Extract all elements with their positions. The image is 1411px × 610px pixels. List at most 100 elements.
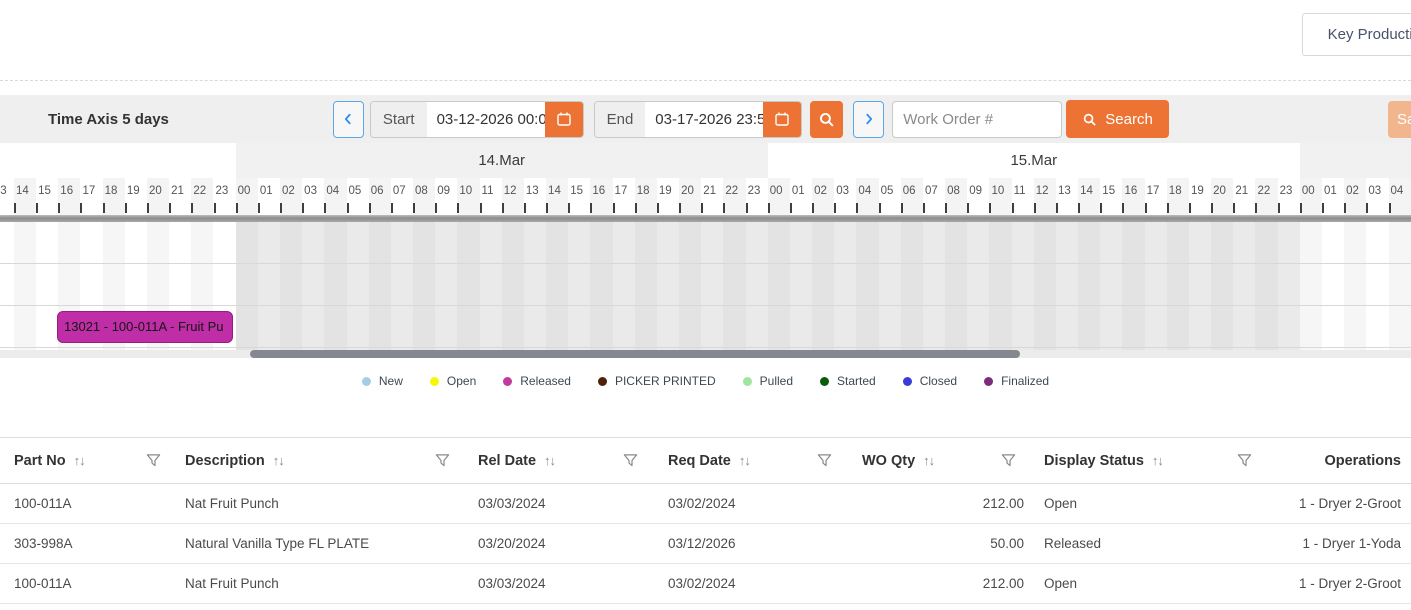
column-header-description[interactable]: Description ↑↓	[171, 438, 460, 483]
filter-icon[interactable]	[623, 453, 638, 468]
hour-label: 19	[127, 185, 140, 197]
filter-icon[interactable]	[1001, 453, 1016, 468]
hour-label: 14	[548, 185, 561, 197]
prev-period-button[interactable]	[333, 101, 364, 138]
hour-label: 18	[637, 185, 650, 197]
hour-label: 06	[903, 185, 916, 197]
filter-icon[interactable]	[146, 453, 161, 468]
table-cell: 03/12/2026	[648, 524, 842, 563]
hour-label: 20	[681, 185, 694, 197]
filter-icon[interactable]	[435, 453, 450, 468]
grid-column	[901, 222, 923, 350]
legend-item: Finalized	[984, 374, 1049, 388]
work-order-bar[interactable]: 13021 - 100-011A - Fruit Pu	[57, 311, 233, 343]
sort-icon[interactable]: ↑↓	[739, 453, 750, 468]
table-cell: 03/03/2024	[460, 484, 648, 523]
hour-label-cell: 04	[324, 178, 346, 215]
table-row[interactable]: 100-011ANat Fruit Punch03/03/202403/02/2…	[0, 484, 1411, 524]
hour-label: 20	[1213, 185, 1226, 197]
hour-label-cell: 06	[901, 178, 923, 215]
hour-label-cell: 08	[945, 178, 967, 215]
table-cell: 03/03/2024	[460, 564, 648, 603]
column-header-operations[interactable]: Operations	[1262, 438, 1411, 483]
hour-label: 10	[459, 185, 472, 197]
table-cell: 03/02/2024	[648, 484, 842, 523]
hour-label-cell: 18	[635, 178, 657, 215]
hour-label: 22	[193, 185, 206, 197]
hour-label-cell: 19	[657, 178, 679, 215]
column-header-wo-qty[interactable]: WO Qty↑↓	[842, 438, 1026, 483]
column-header-part-no[interactable]: Part No↑↓	[0, 438, 171, 483]
hour-tick	[1012, 203, 1014, 213]
hour-label: 02	[1346, 185, 1359, 197]
calendar-icon	[774, 111, 790, 127]
hour-label: 05	[881, 185, 894, 197]
grid-column	[657, 222, 679, 350]
hour-label: 18	[105, 185, 118, 197]
hour-tick	[590, 203, 592, 213]
table-cell: 1 - Dryer 2-Groot	[1262, 484, 1411, 523]
hour-label-cell: 16	[1122, 178, 1144, 215]
hour-label: 17	[615, 185, 628, 197]
hour-label-cell: 21	[169, 178, 191, 215]
hour-label-cell: 13	[524, 178, 546, 215]
hour-label-cell: 18	[103, 178, 125, 215]
sort-icon[interactable]: ↑↓	[273, 453, 284, 468]
hour-tick	[635, 203, 637, 213]
day-header-row: 14.Mar15.Mar	[0, 143, 1411, 178]
grid-column	[723, 222, 745, 350]
hour-label: 18	[1169, 185, 1182, 197]
hour-tick	[391, 203, 393, 213]
end-calendar-button[interactable]	[763, 102, 801, 137]
sort-icon[interactable]: ↑↓	[544, 453, 555, 468]
table-header-row: Part No↑↓Description↑↓Rel Date↑↓Req Date…	[0, 437, 1411, 484]
scrollbar-thumb[interactable]	[250, 350, 1020, 358]
table-row[interactable]: 100-011ANat Fruit Punch03/03/202403/02/2…	[0, 564, 1411, 604]
hour-label-cell: 07	[391, 178, 413, 215]
save-button[interactable]: Sa	[1388, 101, 1411, 138]
column-header-display-status[interactable]: Display Status↑↓	[1026, 438, 1262, 483]
hour-label-cell: 11	[480, 178, 502, 215]
key-production-button[interactable]: Key Production	[1302, 13, 1411, 56]
time-axis-label: Time Axis 5 days	[48, 111, 169, 128]
hour-label: 19	[1191, 185, 1204, 197]
work-order-search-button[interactable]: Search	[1066, 100, 1169, 138]
hour-label-cell: 15	[36, 178, 58, 215]
day-band: 14.Mar	[236, 143, 768, 178]
hour-label: 08	[947, 185, 960, 197]
hour-tick	[1189, 203, 1191, 213]
start-date-input[interactable]	[427, 102, 545, 137]
hour-label: 01	[1324, 185, 1337, 197]
legend-label: PICKER PRINTED	[615, 374, 716, 388]
sort-icon[interactable]: ↑↓	[923, 453, 934, 468]
hour-label: 16	[1124, 185, 1137, 197]
end-date-input[interactable]	[645, 102, 763, 137]
filter-icon[interactable]	[817, 453, 832, 468]
work-order-input[interactable]	[892, 101, 1062, 138]
start-calendar-button[interactable]	[545, 102, 583, 137]
hour-tick	[1366, 203, 1368, 213]
apply-range-search-button[interactable]	[810, 101, 843, 138]
hour-label-cell: 04	[1389, 178, 1411, 215]
sort-icon[interactable]: ↑↓	[1152, 453, 1163, 468]
hour-tick	[302, 203, 304, 213]
hour-label-cell: 22	[1255, 178, 1277, 215]
column-header-req-date[interactable]: Req Date↑↓	[648, 438, 842, 483]
filter-icon[interactable]	[1237, 453, 1252, 468]
grid-column	[369, 222, 391, 350]
table-row[interactable]: 303-998ANatural Vanilla Type FL PLATE03/…	[0, 524, 1411, 564]
hour-label-cell: 23	[746, 178, 768, 215]
column-header-rel-date[interactable]: Rel Date↑↓	[460, 438, 648, 483]
hour-label-cell: 22	[723, 178, 745, 215]
grid-column	[856, 222, 878, 350]
horizontal-scrollbar[interactable]	[0, 350, 1411, 358]
search-icon	[818, 111, 835, 128]
next-period-button[interactable]	[853, 101, 884, 138]
day-label: 14.Mar	[478, 152, 525, 169]
table-cell: 212.00	[842, 484, 1026, 523]
hour-label: 15	[1102, 185, 1115, 197]
hour-label-cell: 13	[0, 178, 14, 215]
hour-label-cell: 14	[14, 178, 36, 215]
column-header-label: Description	[185, 453, 265, 469]
sort-icon[interactable]: ↑↓	[74, 453, 85, 468]
